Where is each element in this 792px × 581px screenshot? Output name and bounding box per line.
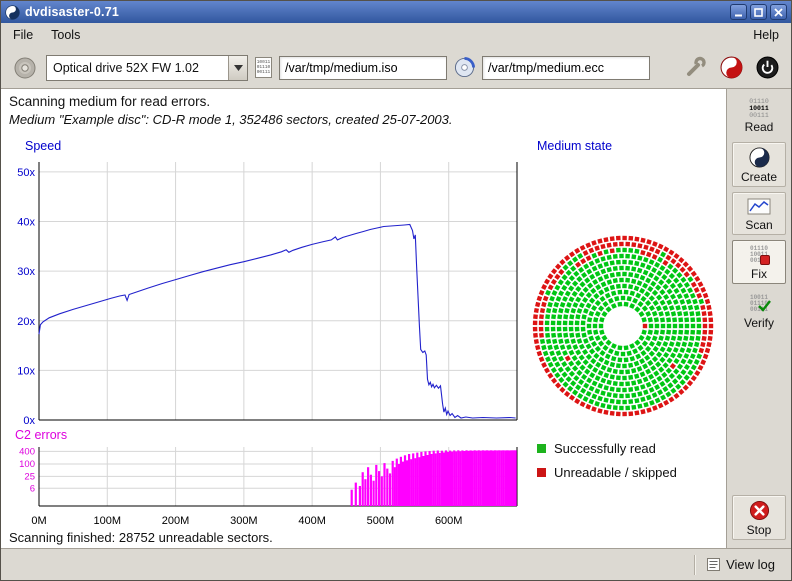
svg-text:30x: 30x xyxy=(17,266,35,278)
read-button[interactable]: 01110 10011 00111 Read xyxy=(732,94,786,137)
stop-icon xyxy=(748,499,771,522)
preferences-button[interactable] xyxy=(682,54,709,81)
svg-text:50x: 50x xyxy=(17,167,35,179)
legend-read-label: Successfully read xyxy=(554,441,656,456)
create-button-label: Create xyxy=(741,170,777,184)
ecc-path-input[interactable] xyxy=(482,56,650,80)
read-button-label: Read xyxy=(745,120,774,134)
iso-path-input[interactable] xyxy=(279,56,447,80)
check-icon xyxy=(758,300,771,315)
power-icon xyxy=(756,56,779,79)
svg-text:200M: 200M xyxy=(162,515,190,527)
status-line1: Scanning medium for read errors. xyxy=(9,94,210,109)
cd-drive-icon xyxy=(13,56,37,80)
scan-button[interactable]: Scan xyxy=(732,192,786,235)
close-button[interactable] xyxy=(770,4,787,20)
ecc-file-icon xyxy=(454,57,475,78)
menubar: File Tools Help xyxy=(1,23,791,47)
svg-text:40x: 40x xyxy=(17,217,35,229)
wrench-icon xyxy=(684,56,707,79)
titlebar[interactable]: dvdisaster-0.71 xyxy=(1,1,791,23)
app-window: dvdisaster-0.71 File Tools Help xyxy=(0,0,792,581)
verify-button[interactable]: 10011 01110 00111 Verify xyxy=(732,289,786,333)
toolbar: Optical drive 52X FW 1.02 10011 01110 00… xyxy=(1,47,791,89)
svg-text:0x: 0x xyxy=(23,415,35,427)
svg-text:100M: 100M xyxy=(94,515,122,527)
svg-text:400: 400 xyxy=(19,446,35,457)
svg-text:600M: 600M xyxy=(435,515,463,527)
svg-text:10x: 10x xyxy=(17,365,35,377)
svg-text:25: 25 xyxy=(24,471,35,482)
iso-file-icon: 10011 01110 00111 xyxy=(255,57,272,78)
drive-button[interactable] xyxy=(11,54,39,82)
menu-file[interactable]: File xyxy=(4,25,42,45)
legend-read-swatch xyxy=(537,444,546,453)
chevron-down-icon xyxy=(228,56,247,80)
app-logo-button[interactable] xyxy=(718,54,745,81)
menu-tools[interactable]: Tools xyxy=(42,25,89,45)
log-icon xyxy=(707,558,720,571)
svg-text:0M: 0M xyxy=(31,515,46,527)
stop-button-label: Stop xyxy=(747,523,772,537)
svg-text:300M: 300M xyxy=(230,515,258,527)
action-sidebar: 01110 10011 00111 Read Create xyxy=(727,89,791,548)
stop-button[interactable]: Stop xyxy=(732,495,786,540)
read-icon: 01110 10011 00111 xyxy=(749,98,769,119)
scan-result-text: Scanning finished: 28752 unreadable sect… xyxy=(9,530,273,545)
scan-button-label: Scan xyxy=(745,218,772,232)
view-log-button[interactable]: View log xyxy=(703,555,779,574)
legend-error: Unreadable / skipped xyxy=(537,465,677,480)
yin-yang-icon xyxy=(748,146,771,169)
fix-button-label: Fix xyxy=(751,267,767,281)
statusbar-separator xyxy=(694,555,695,575)
drive-select-value: Optical drive 52X FW 1.02 xyxy=(47,61,228,75)
legend-read: Successfully read xyxy=(537,441,677,456)
fix-patch-icon xyxy=(760,255,770,265)
svg-text:20x: 20x xyxy=(17,316,35,328)
scan-chart-icon xyxy=(747,196,771,217)
window-title: dvdisaster-0.71 xyxy=(25,5,725,19)
view-log-label: View log xyxy=(726,557,775,572)
drive-select[interactable]: Optical drive 52X FW 1.02 xyxy=(46,55,248,81)
app-icon xyxy=(5,5,20,20)
fix-icon: 01110 10011 00111 xyxy=(747,244,771,266)
menu-help[interactable]: Help xyxy=(744,25,788,45)
svg-text:100: 100 xyxy=(19,459,35,470)
status-line2: Medium "Example disc": CD-R mode 1, 3524… xyxy=(9,112,453,127)
yin-yang-red-icon xyxy=(720,56,743,79)
quit-button[interactable] xyxy=(754,54,781,81)
minimize-button[interactable] xyxy=(730,4,747,20)
legend-error-swatch xyxy=(537,468,546,477)
svg-text:500M: 500M xyxy=(367,515,395,527)
svg-text:6: 6 xyxy=(30,483,35,494)
fix-button[interactable]: 01110 10011 00111 Fix xyxy=(732,240,786,284)
maximize-button[interactable] xyxy=(750,4,767,20)
statusbar: View log xyxy=(1,548,791,580)
chart-panel: Scanning medium for read errors. Medium … xyxy=(1,89,727,548)
medium-state-disc xyxy=(530,233,716,419)
svg-text:400M: 400M xyxy=(298,515,326,527)
medium-state-legend: Successfully read Unreadable / skipped xyxy=(537,441,677,480)
legend-error-label: Unreadable / skipped xyxy=(554,465,677,480)
verify-icon: 10011 01110 00111 xyxy=(747,293,771,315)
verify-button-label: Verify xyxy=(744,316,774,330)
create-button[interactable]: Create xyxy=(732,142,786,187)
main-area: Scanning medium for read errors. Medium … xyxy=(1,89,791,548)
